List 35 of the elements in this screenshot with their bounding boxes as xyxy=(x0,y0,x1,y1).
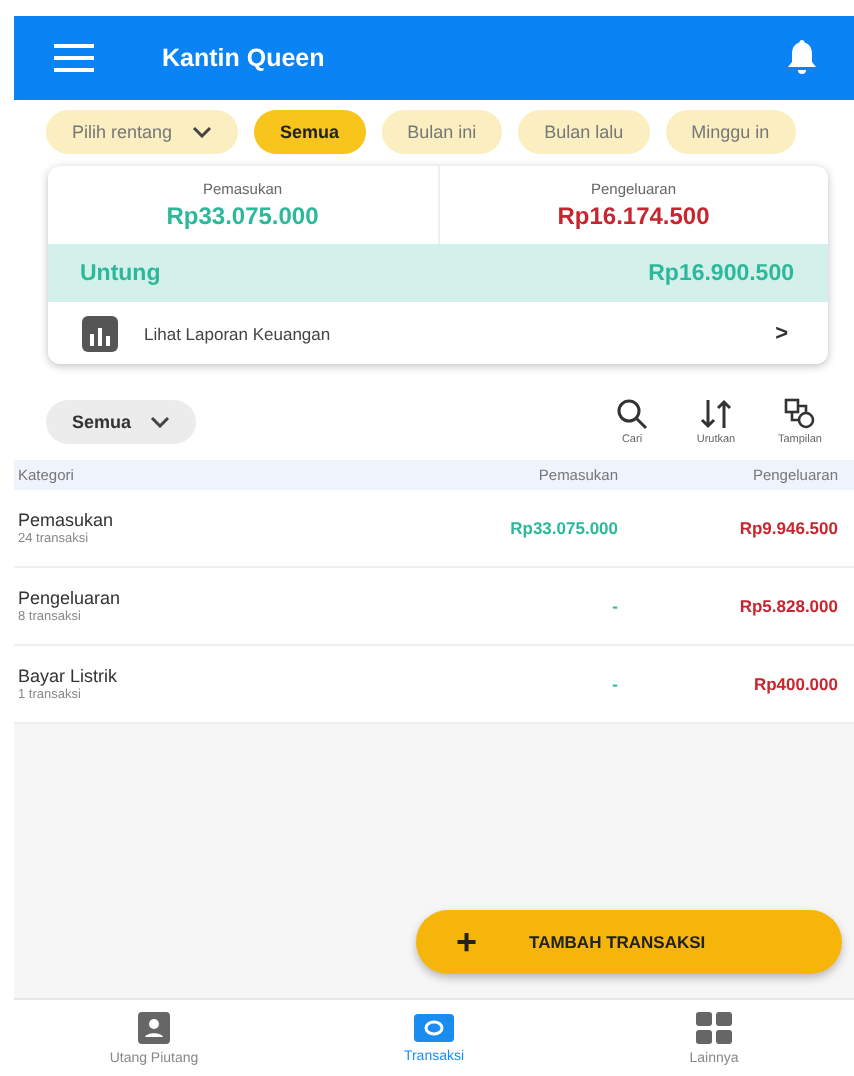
bell-icon[interactable] xyxy=(786,40,818,76)
filter-chip[interactable]: Semua xyxy=(254,110,366,154)
chevron-down-icon xyxy=(192,126,213,138)
report-link-text: Lihat Laporan Keuangan xyxy=(144,323,333,343)
arrow-text: > xyxy=(775,321,788,345)
sort-icon xyxy=(700,398,732,430)
expense-cell-text: Rp5.828.000 xyxy=(737,596,840,616)
profit-amount: Rp16.900.500 xyxy=(648,261,794,285)
add-transaction-button[interactable]: + TAMBAH TRANSAKSI xyxy=(416,910,842,974)
contact-card-icon xyxy=(138,1011,170,1043)
income-cell-text: - xyxy=(610,674,620,694)
app-title: Kantin Queen xyxy=(162,44,327,72)
expense-cell-text: Rp9.946.500 xyxy=(737,518,840,538)
chevron-down-icon xyxy=(149,416,170,428)
expense-amount: Rp16.174.500 xyxy=(557,202,710,230)
menu-icon[interactable] xyxy=(54,44,94,72)
profit-label: Untung xyxy=(80,261,161,285)
chart-icon xyxy=(82,315,118,351)
income-amount: Rp33.075.000 xyxy=(166,202,319,230)
filter-chip[interactable]: Pilih rentang xyxy=(46,110,239,154)
filter-chip[interactable]: Bulan ini xyxy=(381,110,503,154)
grid-icon xyxy=(696,1011,732,1043)
shapes-icon xyxy=(784,398,816,430)
income-cell-text: - xyxy=(610,596,620,616)
filter-chip[interactable]: Minggu in xyxy=(665,110,796,154)
report-link[interactable]: Lihat Laporan Keuangan > xyxy=(48,302,828,364)
banknote-icon xyxy=(414,1013,454,1041)
category-name: Bayar Listrik xyxy=(18,666,120,686)
category-name: Pengeluaran xyxy=(18,588,123,608)
income-cell-text: Rp33.075.000 xyxy=(508,518,620,538)
expense-cell-text: Rp400.000 xyxy=(751,674,840,694)
search-icon xyxy=(616,398,648,430)
filter-chip[interactable]: Bulan lalu xyxy=(518,110,650,154)
category-dropdown[interactable]: Semua xyxy=(46,400,196,444)
category-name: Pemasukan xyxy=(18,510,116,530)
